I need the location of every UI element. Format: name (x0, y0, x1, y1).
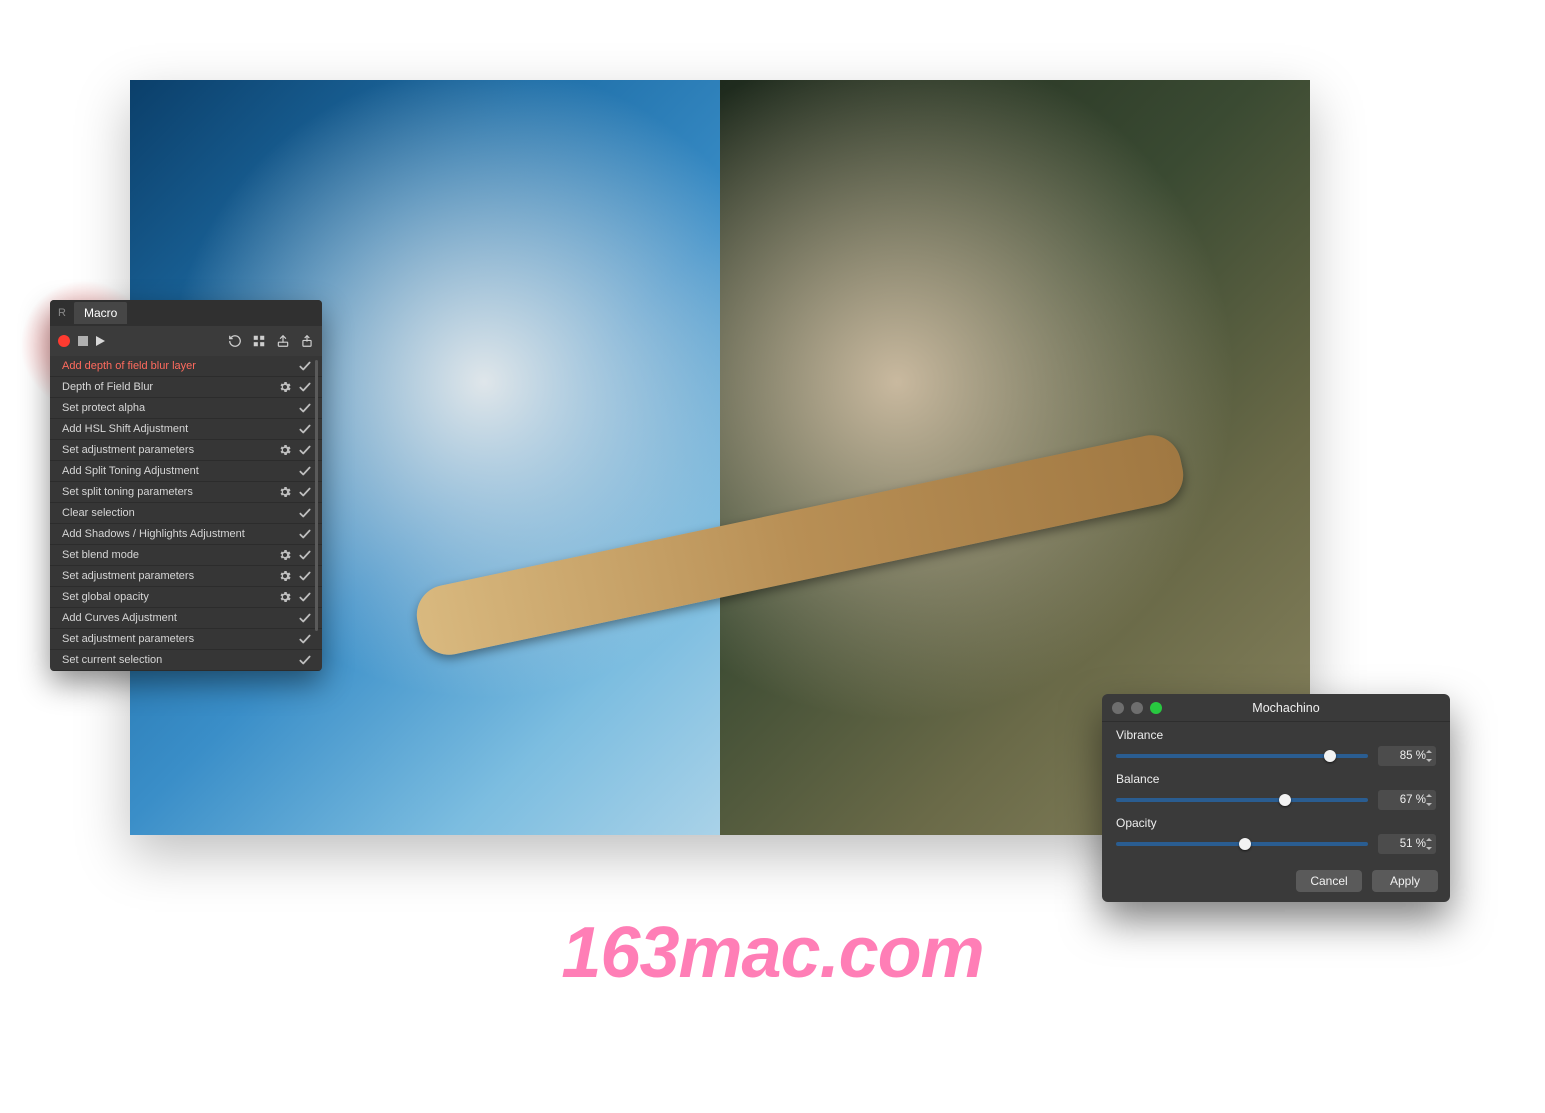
gear-icon[interactable] (278, 548, 292, 562)
adjustment-title: Mochachino (1132, 701, 1440, 715)
adjustment-header: Mochachino (1102, 694, 1450, 722)
traffic-close-icon[interactable] (1112, 702, 1124, 714)
stop-icon[interactable] (78, 336, 88, 346)
slider-track[interactable] (1116, 798, 1368, 802)
macro-step-row[interactable]: Add depth of field blur layer (50, 356, 322, 377)
library-icon[interactable] (252, 334, 266, 348)
adjustment-dialog: Mochachino Vibrance 85 % Balance 67 % Opacit… (1102, 694, 1450, 902)
slider-label: Vibrance (1116, 728, 1436, 742)
slider-row: Vibrance 85 % (1116, 728, 1436, 766)
watermark-text: 163mac.com (561, 912, 983, 994)
macro-step-row[interactable]: Set adjustment parameters (50, 440, 322, 461)
slider-value[interactable]: 67 % (1378, 790, 1436, 810)
macro-step-row[interactable]: Set global opacity (50, 587, 322, 608)
check-icon[interactable] (298, 569, 312, 583)
gear-icon[interactable] (278, 380, 292, 394)
macro-step-label: Set adjustment parameters (62, 444, 272, 456)
check-icon[interactable] (298, 464, 312, 478)
macro-step-list[interactable]: Add depth of field blur layer Depth of Fi… (50, 356, 322, 671)
slider-thumb[interactable] (1279, 794, 1291, 806)
macro-step-row[interactable]: Add Curves Adjustment (50, 608, 322, 629)
slider-value[interactable]: 51 % (1378, 834, 1436, 854)
macro-step-row[interactable]: Depth of Field Blur (50, 377, 322, 398)
gear-icon[interactable] (278, 569, 292, 583)
apply-button[interactable]: Apply (1372, 870, 1438, 892)
gear-icon[interactable] (278, 443, 292, 457)
macro-step-row[interactable]: Set protect alpha (50, 398, 322, 419)
macro-step-row[interactable]: Set current selection (50, 650, 322, 671)
macro-step-label: Set split toning parameters (62, 486, 272, 498)
macro-tab-active[interactable]: Macro (74, 302, 127, 324)
check-icon[interactable] (298, 527, 312, 541)
cancel-button[interactable]: Cancel (1296, 870, 1362, 892)
slider-row: Balance 67 % (1116, 772, 1436, 810)
macro-step-row[interactable]: Set blend mode (50, 545, 322, 566)
macro-tabs: R Macro (50, 300, 322, 326)
check-icon[interactable] (298, 359, 312, 373)
slider-thumb[interactable] (1324, 750, 1336, 762)
gear-icon[interactable] (278, 590, 292, 604)
slider-label: Balance (1116, 772, 1436, 786)
macro-step-label: Add HSL Shift Adjustment (62, 423, 272, 435)
slider-value[interactable]: 85 % (1378, 746, 1436, 766)
macro-step-label: Set blend mode (62, 549, 272, 561)
macro-step-row[interactable]: Add Split Toning Adjustment (50, 461, 322, 482)
macro-step-label: Set global opacity (62, 591, 272, 603)
macro-step-row[interactable]: Set adjustment parameters (50, 629, 322, 650)
check-icon[interactable] (298, 653, 312, 667)
macro-step-row[interactable]: Clear selection (50, 503, 322, 524)
check-icon[interactable] (298, 380, 312, 394)
gear-icon[interactable] (278, 485, 292, 499)
reset-icon[interactable] (228, 334, 242, 348)
macro-step-label: Set protect alpha (62, 402, 272, 414)
macro-step-label: Clear selection (62, 507, 272, 519)
macro-step-label: Set current selection (62, 654, 272, 666)
macro-toolbar (50, 326, 322, 356)
record-icon[interactable] (58, 335, 70, 347)
check-icon[interactable] (298, 401, 312, 415)
macro-step-row[interactable]: Add HSL Shift Adjustment (50, 419, 322, 440)
check-icon[interactable] (298, 485, 312, 499)
macro-panel: R Macro Add depth of field blur layer Dep… (50, 300, 322, 671)
check-icon[interactable] (298, 506, 312, 520)
macro-tab-dim: R (50, 307, 74, 319)
export-icon[interactable] (276, 334, 290, 348)
slider-track[interactable] (1116, 754, 1368, 758)
macro-step-label: Add depth of field blur layer (62, 360, 272, 372)
check-icon[interactable] (298, 443, 312, 457)
slider-label: Opacity (1116, 816, 1436, 830)
check-icon[interactable] (298, 611, 312, 625)
check-icon[interactable] (298, 590, 312, 604)
macro-step-label: Add Shadows / Highlights Adjustment (62, 528, 272, 540)
check-icon[interactable] (298, 422, 312, 436)
macro-step-label: Set adjustment parameters (62, 633, 272, 645)
check-icon[interactable] (298, 548, 312, 562)
macro-step-label: Add Split Toning Adjustment (62, 465, 272, 477)
slider-row: Opacity 51 % (1116, 816, 1436, 854)
macro-step-row[interactable]: Add Shadows / Highlights Adjustment (50, 524, 322, 545)
macro-step-row[interactable]: Set split toning parameters (50, 482, 322, 503)
adjustment-body: Vibrance 85 % Balance 67 % Opacity 51 % (1102, 722, 1450, 864)
macro-step-row[interactable]: Set adjustment parameters (50, 566, 322, 587)
share-icon[interactable] (300, 334, 314, 348)
play-icon[interactable] (96, 336, 105, 346)
slider-thumb[interactable] (1239, 838, 1251, 850)
macro-step-label: Add Curves Adjustment (62, 612, 272, 624)
macro-step-label: Set adjustment parameters (62, 570, 272, 582)
macro-step-label: Depth of Field Blur (62, 381, 272, 393)
slider-track[interactable] (1116, 842, 1368, 846)
check-icon[interactable] (298, 632, 312, 646)
